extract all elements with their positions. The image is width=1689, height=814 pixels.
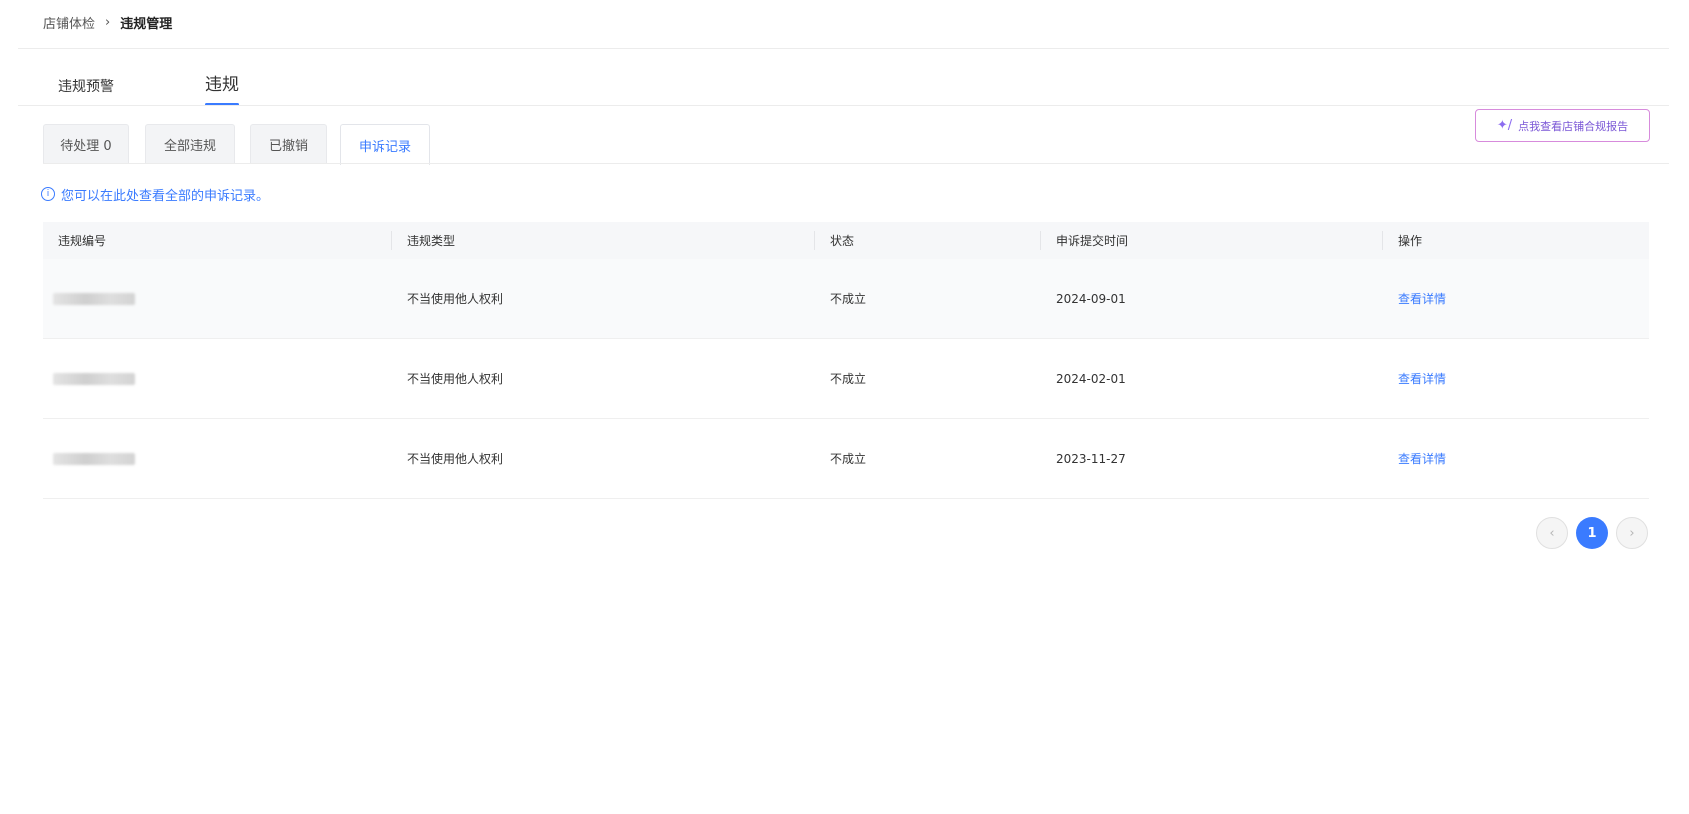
violation-id-cell	[53, 419, 135, 498]
appeal-time-cell: 2024-02-01	[1056, 371, 1126, 386]
info-notice: i 您可以在此处查看全部的申诉记录。	[41, 185, 270, 204]
divider	[43, 163, 1669, 164]
chevron-right-icon: ›	[105, 14, 111, 30]
status-cell: 不成立	[830, 452, 867, 466]
prev-page-button[interactable]: ‹	[1536, 517, 1568, 549]
column-header-violation-type: 违规类型	[407, 234, 456, 248]
subtab-appeal-records[interactable]: 申诉记录	[340, 124, 430, 165]
table-header: 违规编号 违规类型 状态 申诉提交时间 操作	[43, 222, 1649, 259]
next-page-button[interactable]: ›	[1616, 517, 1648, 549]
redacted-value	[53, 292, 135, 305]
pagination: ‹ 1 ›	[1536, 517, 1648, 549]
column-header-status: 状态	[830, 234, 855, 248]
breadcrumb-item-store-checkup[interactable]: 店铺体检	[43, 13, 95, 32]
subtab-pending[interactable]: 待处理 0	[43, 124, 129, 163]
appeal-time-cell: 2024-09-01	[1056, 291, 1126, 306]
table-row: 不当使用他人权利 不成立 2024-02-01 查看详情	[43, 339, 1649, 419]
violation-type-cell: 不当使用他人权利	[407, 372, 504, 386]
subtab-all-violations[interactable]: 全部违规	[145, 124, 235, 163]
violation-id-cell	[53, 339, 135, 418]
table-row: 不当使用他人权利 不成立 2023-11-27 查看详情	[43, 419, 1649, 499]
status-cell: 不成立	[830, 372, 867, 386]
table-row: 不当使用他人权利 不成立 2024-09-01 查看详情	[43, 259, 1649, 339]
view-details-link[interactable]: 查看详情	[1398, 259, 1446, 338]
info-text: 您可以在此处查看全部的申诉记录。	[61, 188, 270, 204]
compliance-report-button[interactable]: ✦/ 点我查看店铺合规报告	[1475, 109, 1650, 142]
column-divider	[814, 231, 815, 250]
page-button-current[interactable]: 1	[1576, 517, 1608, 549]
redacted-value	[53, 372, 135, 385]
info-icon: i	[41, 187, 55, 201]
view-details-link[interactable]: 查看详情	[1398, 339, 1446, 418]
violation-id-cell	[53, 259, 135, 338]
view-details-link[interactable]: 查看详情	[1398, 419, 1446, 498]
column-header-appeal-time: 申诉提交时间	[1056, 234, 1129, 248]
compliance-report-label: 点我查看店铺合规报告	[1518, 119, 1629, 133]
column-header-action: 操作	[1398, 234, 1423, 248]
tab-violation-label: 违规	[205, 75, 239, 95]
tab-violation-warning[interactable]: 违规预警	[58, 76, 114, 96]
divider	[18, 105, 1669, 106]
divider	[18, 48, 1669, 49]
redacted-value	[53, 452, 135, 465]
magic-wand-icon: ✦/	[1496, 118, 1513, 133]
appeal-time-cell: 2023-11-27	[1056, 451, 1126, 466]
subtab-revoked[interactable]: 已撤销	[250, 124, 327, 163]
appeal-records-table: 违规编号 违规类型 状态 申诉提交时间 操作 不当使用他人权利 不成立 2024…	[43, 222, 1649, 499]
column-divider	[391, 231, 392, 250]
column-divider	[1382, 231, 1383, 250]
tab-violation[interactable]: 违规	[205, 70, 239, 106]
status-cell: 不成立	[830, 292, 867, 306]
violation-type-cell: 不当使用他人权利	[407, 452, 504, 466]
column-divider	[1040, 231, 1041, 250]
column-header-violation-id: 违规编号	[58, 234, 107, 248]
violation-type-cell: 不当使用他人权利	[407, 292, 504, 306]
breadcrumb: 店铺体检 › 违规管理	[43, 12, 172, 32]
breadcrumb-item-violation-management: 违规管理	[120, 16, 173, 32]
